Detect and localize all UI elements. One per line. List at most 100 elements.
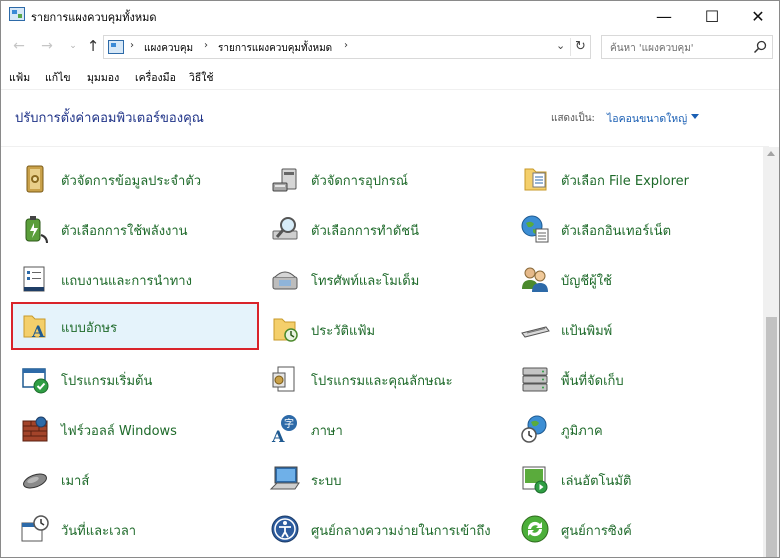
cp-item-label: ภูมิภาค	[561, 424, 603, 439]
cp-item-region[interactable]: ภูมิภาค	[513, 407, 757, 451]
cp-item-programs-features[interactable]: โปรแกรมและคุณลักษณะ	[263, 357, 507, 401]
indexing-options-icon	[272, 217, 298, 240]
user-accounts-icon	[522, 267, 548, 292]
cp-item-language[interactable]: 字 A ภาษา	[263, 407, 507, 451]
search-icon[interactable]	[752, 39, 768, 55]
caret-down-icon[interactable]	[691, 114, 699, 119]
cp-item-label: โทรศัพท์และโมเด็ม	[311, 274, 420, 289]
credential-manager-icon	[26, 165, 44, 193]
cp-item-autoplay[interactable]: เล่นอัตโนมัติ	[513, 457, 757, 501]
sync-center-icon	[521, 515, 549, 543]
cp-item-file-explorer-options[interactable]: ตัวเลือก File Explorer	[513, 157, 757, 201]
cp-item-phone-modem[interactable]: โทรศัพท์และโมเด็ม	[263, 257, 507, 301]
menu-bar: แฟ้ม แก้ไข มุมมอง เครื่องมือ วิธีใช้	[1, 65, 779, 87]
cp-item-sync-center[interactable]: ศูนย์การซิงค์	[513, 507, 757, 551]
title-bar[interactable]: รายการแผงควบคุมทั้งหมด — ☐ ✕	[1, 1, 779, 31]
menu-edit[interactable]: แก้ไข	[45, 69, 71, 86]
cp-item-label: ไฟร์วอลล์ Windows	[61, 424, 177, 439]
mouse-icon	[23, 473, 47, 489]
minimize-button[interactable]: —	[641, 1, 687, 31]
scroll-up-arrow-icon[interactable]	[767, 151, 775, 156]
breadcrumb-item-all-items[interactable]: รายการแผงควบคุมทั้งหมด	[218, 41, 332, 56]
cp-item-label: ระบบ	[311, 474, 342, 489]
view-by-label: แสดงเป็น:	[551, 113, 595, 124]
breadcrumb-separator[interactable]: ›	[130, 40, 134, 51]
up-button[interactable]: ↑	[83, 36, 103, 56]
forward-button[interactable]: →	[37, 36, 57, 56]
file-explorer-options-icon	[524, 168, 547, 191]
cp-item-default-programs[interactable]: โปรแกรมเริ่มต้น	[13, 357, 257, 401]
cp-item-fonts[interactable]: A แบบอักษร	[11, 302, 259, 350]
close-button[interactable]: ✕	[735, 1, 779, 31]
search-input[interactable]: ค้นหา 'แผงควบคุม'	[601, 35, 773, 59]
language-icon: 字 A	[271, 415, 297, 445]
view-by-dropdown[interactable]: ไอคอนขนาดใหญ่	[607, 110, 687, 127]
menu-tools[interactable]: เครื่องมือ	[135, 69, 176, 86]
cp-item-label: ศูนย์การซิงค์	[561, 524, 632, 539]
cp-item-label: ตัวจัดการอุปกรณ์	[311, 174, 408, 189]
cp-item-label: แบบอักษร	[61, 321, 118, 336]
cp-item-label: แป้นพิมพ์	[561, 324, 613, 339]
cp-item-label: เล่นอัตโนมัติ	[561, 474, 632, 489]
maximize-button[interactable]: ☐	[689, 1, 735, 31]
storage-spaces-icon	[522, 367, 548, 392]
cp-item-power-options[interactable]: ตัวเลือกการใช้พลังงาน	[13, 207, 257, 251]
menu-view[interactable]: มุมมอง	[87, 69, 119, 86]
cp-item-system[interactable]: ระบบ	[263, 457, 507, 501]
cp-item-label: ภาษา	[311, 424, 343, 439]
back-button[interactable]: ←	[9, 36, 29, 56]
file-history-icon	[273, 318, 298, 342]
cp-item-windows-firewall[interactable]: ไฟร์วอลล์ Windows	[13, 407, 257, 451]
address-bar[interactable]: › แผงควบคุม › รายการแผงควบคุมทั้งหมด › ⌄…	[103, 35, 591, 59]
cp-item-device-manager[interactable]: ตัวจัดการอุปกรณ์	[263, 157, 507, 201]
vertical-scrollbar[interactable]	[763, 147, 779, 557]
cp-item-file-history[interactable]: ประวัติแฟ้ม	[263, 307, 507, 351]
control-panel-icon	[9, 7, 25, 21]
cp-item-user-accounts[interactable]: บัญชีผู้ใช้	[513, 257, 757, 301]
cp-item-label: ตัวเลือก File Explorer	[561, 174, 689, 189]
cp-item-label: วันที่และเวลา	[61, 524, 137, 539]
ease-of-access-icon	[271, 515, 299, 543]
cp-item-label: โปรแกรมและคุณลักษณะ	[311, 374, 453, 389]
control-panel-window: รายการแผงควบคุมทั้งหมด — ☐ ✕ ← → ⌄ ↑ › แ…	[0, 0, 780, 558]
cp-item-storage-spaces[interactable]: พื้นที่จัดเก็บ	[513, 357, 757, 401]
system-icon	[269, 466, 300, 490]
navigation-bar: ← → ⌄ ↑ › แผงควบคุม › รายการแผงควบคุมทั้…	[1, 33, 779, 61]
divider	[1, 89, 779, 90]
keyboard-icon	[521, 326, 550, 338]
page-title: ปรับการตั้งค่าคอมพิวเตอร์ของคุณ	[15, 111, 204, 126]
device-manager-icon	[272, 168, 297, 192]
phone-modem-icon	[272, 271, 298, 290]
programs-features-icon	[272, 366, 295, 392]
address-history-dropdown[interactable]: ⌄	[556, 39, 565, 52]
cp-item-ease-of-access[interactable]: ศูนย์กลางความง่ายในการเข้าถึง	[263, 507, 507, 551]
cp-item-indexing-options[interactable]: ตัวเลือกการทำดัชนี	[263, 207, 507, 251]
refresh-button[interactable]: ↻	[570, 38, 590, 56]
cp-item-label: ตัวเลือกอินเทอร์เน็ต	[561, 224, 672, 239]
scroll-thumb[interactable]	[766, 317, 777, 557]
windows-firewall-icon	[22, 416, 48, 442]
cp-item-label: โปรแกรมเริ่มต้น	[61, 374, 153, 389]
menu-help[interactable]: วิธีใช้	[189, 69, 214, 86]
cp-item-keyboard[interactable]: แป้นพิมพ์	[513, 307, 757, 351]
cp-item-label: เมาส์	[61, 474, 90, 489]
cp-item-credential-manager[interactable]: ตัวจัดการข้อมูลประจำตัว	[13, 157, 257, 201]
cp-item-mouse[interactable]: เมาส์	[13, 457, 257, 501]
breadcrumb-item-control-panel[interactable]: แผงควบคุม	[144, 41, 193, 56]
cp-item-label: แถบงานและการนำทาง	[61, 274, 192, 289]
default-programs-icon	[22, 368, 49, 394]
recent-locations-button[interactable]: ⌄	[63, 36, 83, 56]
control-panel-icon	[108, 40, 124, 54]
cp-item-label: ตัวเลือกการทำดัชนี	[311, 224, 420, 239]
power-options-icon	[25, 216, 48, 244]
breadcrumb-separator[interactable]: ›	[344, 40, 348, 51]
cp-item-label: ตัวจัดการข้อมูลประจำตัว	[61, 174, 202, 189]
menu-file[interactable]: แฟ้ม	[9, 69, 30, 86]
cp-item-internet-options[interactable]: ตัวเลือกอินเทอร์เน็ต	[513, 207, 757, 251]
cp-item-label: ศูนย์กลางความง่ายในการเข้าถึง	[311, 524, 491, 539]
cp-item-taskbar-navigation[interactable]: แถบงานและการนำทาง	[13, 257, 257, 301]
svg-text:A: A	[31, 322, 45, 341]
cp-item-date-time[interactable]: วันที่และเวลา	[13, 507, 257, 551]
breadcrumb-separator[interactable]: ›	[204, 40, 208, 51]
window-title: รายการแผงควบคุมทั้งหมด	[31, 11, 157, 24]
